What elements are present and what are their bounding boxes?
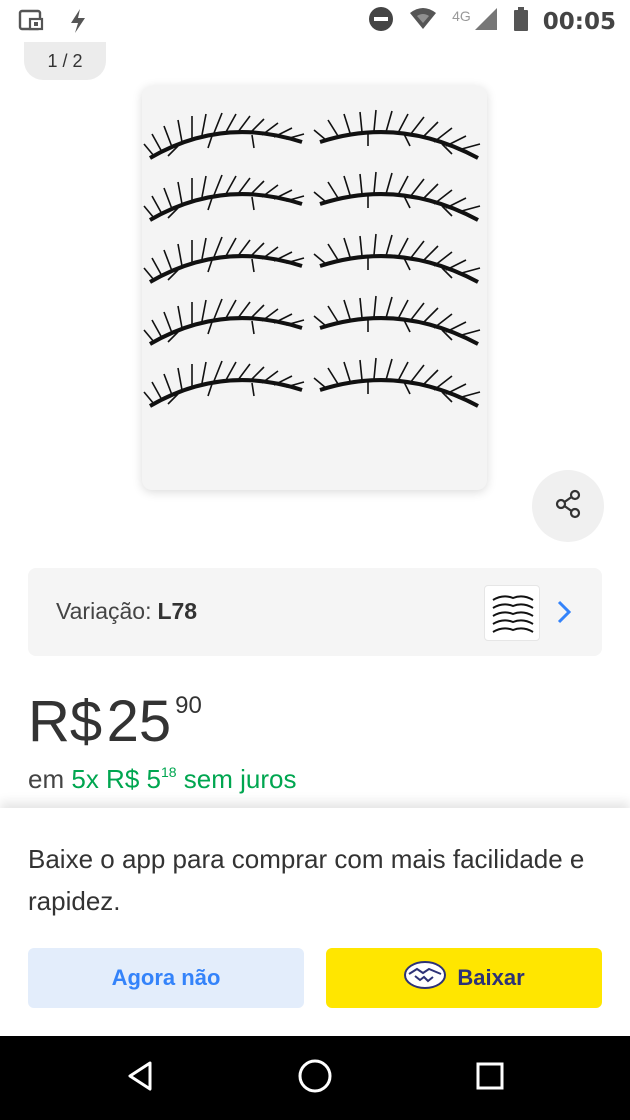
wifi-icon — [408, 7, 438, 36]
variation-value: L78 — [157, 598, 198, 624]
price-cents: 90 — [175, 692, 202, 719]
product-gallery[interactable]: 1 / 2 — [0, 42, 630, 552]
installments-suffix: sem juros — [183, 764, 297, 794]
flash-icon — [68, 8, 88, 39]
price: R$ 25 90 — [28, 688, 202, 755]
do-not-disturb-icon — [368, 6, 394, 37]
not-now-button[interactable]: Agora não — [28, 948, 304, 1008]
back-icon — [125, 1060, 155, 1097]
share-button[interactable] — [532, 470, 604, 542]
variation-thumbnail[interactable] — [484, 585, 540, 641]
home-icon — [297, 1058, 333, 1099]
share-icon — [553, 489, 583, 524]
image-counter: 1 / 2 — [24, 42, 106, 80]
status-time: 00:05 — [542, 8, 616, 35]
sheet-message: Baixe o app para comprar com mais facili… — [28, 844, 585, 916]
recents-icon — [475, 1061, 505, 1096]
status-bar: 4G 00:05 — [0, 0, 630, 42]
price-integer: 25 — [106, 689, 172, 754]
screen-cast-icon — [18, 8, 46, 39]
download-button-label: Baixar — [457, 965, 525, 990]
chevron-right-icon — [554, 598, 574, 631]
variation-label-row: Variação: L78 — [56, 598, 197, 625]
variation-selector[interactable]: Variação: L78 — [28, 568, 602, 656]
home-button[interactable] — [295, 1058, 335, 1098]
app-download-sheet: Baixe o app para comprar com mais facili… — [0, 808, 630, 1036]
navigation-bar — [0, 1036, 630, 1120]
download-button[interactable]: Baixar — [326, 948, 602, 1008]
installments-cents: 18 — [160, 764, 177, 780]
installments-prefix: em — [28, 764, 65, 794]
installments: em 5x R$ 518 sem juros — [28, 764, 296, 795]
back-button[interactable] — [120, 1058, 160, 1098]
installments-amount: 5x R$ 518 sem juros — [71, 764, 296, 794]
price-currency: R$ — [28, 689, 103, 754]
product-image[interactable] — [142, 86, 487, 490]
battery-icon — [513, 6, 529, 37]
installments-count-price: 5x R$ 5 — [71, 764, 161, 794]
signal-icon — [473, 6, 499, 37]
network-type: 4G — [452, 7, 471, 24]
handshake-logo-icon — [403, 960, 447, 996]
recents-button[interactable] — [470, 1058, 510, 1098]
variation-label: Variação: — [56, 598, 152, 624]
